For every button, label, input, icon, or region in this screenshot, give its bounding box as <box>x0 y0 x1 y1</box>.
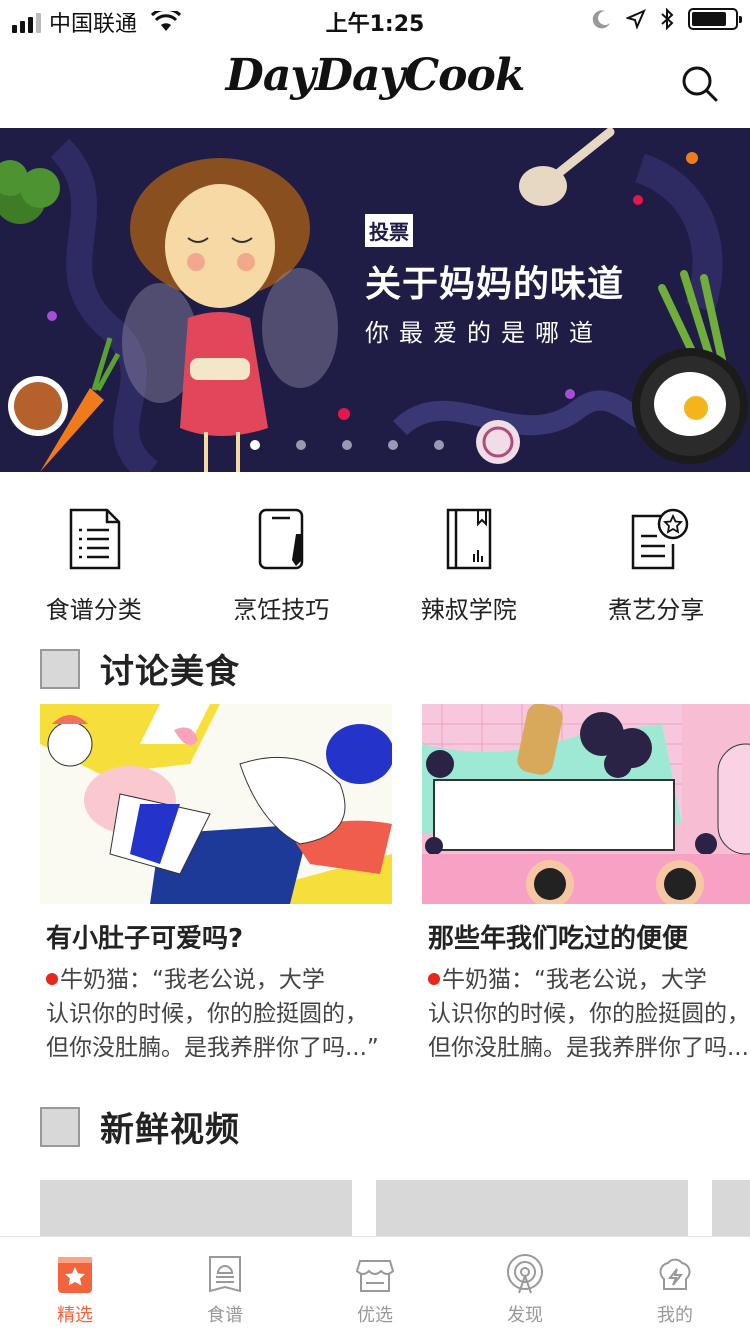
battery-icon <box>688 8 742 30</box>
category-recipe-types[interactable]: 食谱分类 <box>0 472 188 632</box>
section-icon <box>40 648 80 689</box>
card-title: 有小肚子可爱吗? <box>46 924 244 954</box>
cutting-board-icon <box>259 508 304 570</box>
recipe-icon <box>209 1256 241 1293</box>
tab-discover[interactable]: 发现 <box>450 1237 600 1334</box>
discussion-card[interactable]: 那些年我们吃过的便便 牛奶猫：“我老公说，大学 认识你的时候，你的脸挺圆的， 但… <box>422 704 750 1064</box>
recipe-list-icon <box>69 508 120 570</box>
featured-icon <box>58 1257 92 1293</box>
profile-icon <box>659 1258 691 1290</box>
category-menu: 食谱分类 烹饪技巧 辣叔学院 煮艺分享 <box>0 472 750 632</box>
category-label: 烹饪技巧 <box>233 596 330 624</box>
pagination-dot[interactable] <box>296 440 306 450</box>
card-title: 那些年我们吃过的便便 <box>428 924 689 954</box>
tab-label: 精选 <box>57 1305 93 1326</box>
pagination-dot[interactable] <box>434 440 444 450</box>
category-label: 辣叔学院 <box>420 596 517 624</box>
search-icon[interactable] <box>678 62 722 106</box>
banner-title: 关于妈妈的味道 <box>365 264 625 305</box>
discussion-card[interactable]: 有小肚子可爱吗? 牛奶猫：“我老公说，大学 认识你的时候，你的脸挺圆的， 但你没… <box>40 704 392 1064</box>
discussion-section-header: 讨论美食 <box>40 644 240 693</box>
pagination-dot[interactable] <box>342 440 352 450</box>
card-excerpt: 牛奶猫：“我老公说，大学 认识你的时候，你的脸挺圆的， 但你没肚腩。是我养胖你了… <box>46 967 379 1061</box>
category-cooking-skills[interactable]: 烹饪技巧 <box>188 472 376 632</box>
red-dot-icon <box>46 973 58 985</box>
app-header: DayDayCook <box>0 40 750 128</box>
bluetooth-icon <box>661 8 674 30</box>
video-thumbnail[interactable] <box>712 1180 750 1236</box>
video-thumbnail[interactable] <box>376 1180 688 1236</box>
location-icon <box>626 9 646 29</box>
tab-label: 发现 <box>507 1305 543 1326</box>
card-excerpt: 牛奶猫：“我老公说，大学 认识你的时候，你的脸挺圆的， 但你没肚腩。是我养胖你了… <box>428 967 750 1061</box>
app-logo: DayDayCook <box>225 50 526 101</box>
section-icon <box>40 1106 80 1147</box>
bottom-tab-bar: 精选 食谱 优选 发现 我的 <box>0 1236 750 1334</box>
card-image <box>40 704 392 904</box>
red-dot-icon <box>428 973 440 985</box>
section-title: 新鲜视频 <box>100 1110 240 1150</box>
tab-label: 我的 <box>657 1305 693 1326</box>
shop-icon <box>355 1260 395 1292</box>
tab-label: 优选 <box>357 1305 393 1326</box>
tab-shop[interactable]: 优选 <box>300 1237 450 1334</box>
tab-label: 食谱 <box>207 1305 243 1326</box>
banner-tag: 投票 <box>365 214 413 247</box>
videos-section-header: 新鲜视频 <box>40 1102 240 1151</box>
discover-icon <box>507 1254 543 1294</box>
category-label: 食谱分类 <box>45 596 142 624</box>
status-bar: 中国联通 上午1:25 <box>0 0 750 40</box>
section-title: 讨论美食 <box>100 652 240 692</box>
category-academy[interactable]: 辣叔学院 <box>375 472 563 632</box>
tab-profile[interactable]: 我的 <box>600 1237 750 1334</box>
discussion-carousel: 有小肚子可爱吗? 牛奶猫：“我老公说，大学 认识你的时候，你的脸挺圆的， 但你没… <box>40 704 750 1064</box>
banner-pagination <box>250 440 444 450</box>
book-icon <box>446 508 491 570</box>
tab-recipes[interactable]: 食谱 <box>150 1237 300 1334</box>
tab-featured[interactable]: 精选 <box>0 1237 150 1334</box>
pagination-dot[interactable] <box>250 440 260 450</box>
moon-icon <box>592 10 610 29</box>
category-label: 煮艺分享 <box>608 596 705 624</box>
video-thumbnail[interactable] <box>40 1180 352 1236</box>
promo-banner[interactable]: 投票 关于妈妈的味道 你最爱的是哪道 <box>0 128 750 472</box>
pagination-dot[interactable] <box>388 440 398 450</box>
video-carousel <box>40 1180 750 1236</box>
card-image <box>422 704 750 904</box>
category-sharing[interactable]: 煮艺分享 <box>563 472 750 632</box>
share-star-icon <box>632 508 689 570</box>
banner-subtitle: 你最爱的是哪道 <box>365 319 603 347</box>
banner-text: 投票 关于妈妈的味道 你最爱的是哪道 <box>365 214 624 348</box>
